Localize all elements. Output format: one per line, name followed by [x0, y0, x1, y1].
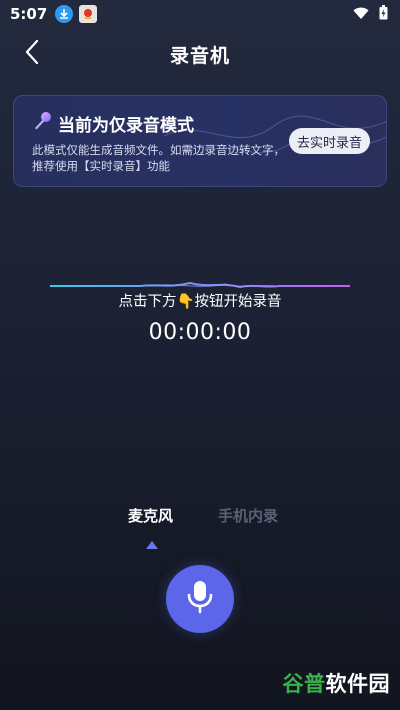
chevron-left-icon [24, 39, 40, 69]
record-hint: 点击下方👇按钮开始录音 [118, 294, 282, 310]
record-button[interactable] [166, 565, 234, 633]
mode-info-card: 当前为仅录音模式 此模式仅能生成音频文件。如需边录音边转文字，推荐使用【实时录音… [13, 95, 387, 187]
go-realtime-record-button[interactable]: 去实时录音 [288, 128, 370, 154]
card-title: 当前为仅录音模式 [32, 110, 194, 137]
microphone-icon [32, 110, 54, 137]
tab-microphone[interactable]: 麦克风 [128, 505, 173, 526]
watermark-part-b: 软件园 [325, 672, 390, 696]
record-timer: 00:00:00 [148, 320, 252, 345]
wifi-icon [353, 5, 369, 24]
status-bar: 5:07 [0, 0, 400, 28]
source-tabs: 麦克风 手机内录 [0, 505, 400, 529]
card-description: 此模式仅能生成音频文件。如需边录音边转文字，推荐使用【实时录音】功能 [32, 143, 285, 173]
app-notification-icon [79, 5, 98, 23]
battery-icon [379, 4, 388, 24]
card-title-text: 当前为仅录音模式 [58, 116, 194, 136]
status-time: 5:07 [10, 5, 48, 23]
tab-indicator [146, 541, 158, 549]
tab-internal-recording[interactable]: 手机内录 [218, 505, 278, 526]
site-watermark: 谷普 软件园 [283, 668, 391, 698]
back-button[interactable] [18, 39, 46, 69]
page-title: 录音机 [169, 44, 230, 67]
microphone-icon [185, 579, 215, 619]
top-app-bar: 录音机 [0, 30, 400, 78]
watermark-part-a: 谷普 [282, 672, 326, 696]
status-right [353, 4, 388, 24]
download-icon [55, 5, 74, 23]
